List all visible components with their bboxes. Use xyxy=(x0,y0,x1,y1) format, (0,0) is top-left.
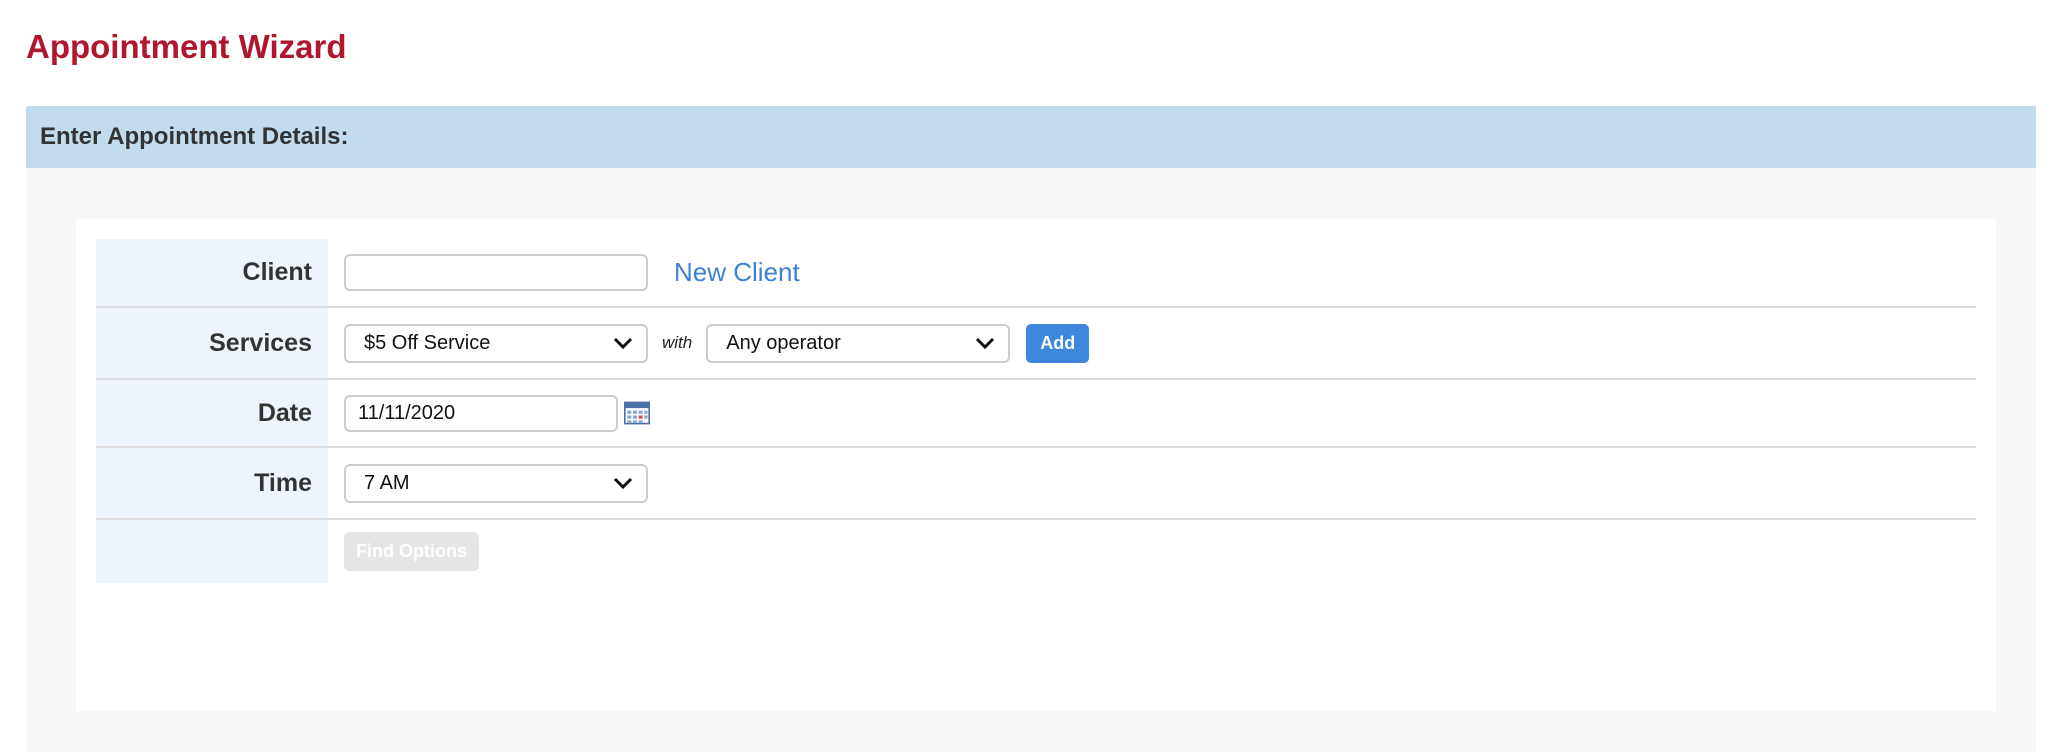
time-select[interactable]: 7 AM xyxy=(344,463,648,503)
client-input[interactable] xyxy=(344,254,648,291)
date-label: Date xyxy=(96,379,328,448)
appointment-form: Client New Client Services $5 Off Servic… xyxy=(96,239,1976,583)
form-panel: Client New Client Services $5 Off Servic… xyxy=(76,219,1996,711)
section-header: Enter Appointment Details: xyxy=(26,106,2036,168)
date-row: Date 11/11/2020 xyxy=(96,379,1976,448)
client-row: Client New Client xyxy=(96,239,1976,308)
service-select-value: $5 Off Service xyxy=(364,331,491,354)
with-label: with xyxy=(662,333,693,352)
page-title: Appointment Wizard xyxy=(26,28,347,65)
chevron-down-icon xyxy=(976,337,995,350)
new-client-link[interactable]: New Client xyxy=(674,257,800,288)
calendar-icon[interactable] xyxy=(624,401,650,425)
chevron-down-icon xyxy=(613,477,633,490)
time-label: Time xyxy=(96,447,328,520)
time-row: Time 7 AM xyxy=(96,447,1976,520)
appointment-details-section: Enter Appointment Details: Client New Cl… xyxy=(26,106,2036,752)
chevron-down-icon xyxy=(613,337,633,350)
find-options-button[interactable]: Find Options xyxy=(344,532,479,571)
client-label: Client xyxy=(96,239,328,308)
operator-select[interactable]: Any operator xyxy=(706,323,1011,363)
add-service-button[interactable]: Add xyxy=(1026,323,1090,363)
services-row: Services $5 Off Service with Any operato… xyxy=(96,307,1976,380)
date-input[interactable]: 11/11/2020 xyxy=(344,394,618,432)
operator-select-value: Any operator xyxy=(726,331,841,354)
time-select-value: 7 AM xyxy=(364,471,410,494)
service-select[interactable]: $5 Off Service xyxy=(344,323,648,363)
actions-row: Find Options xyxy=(96,519,1976,583)
services-label: Services xyxy=(96,307,328,380)
